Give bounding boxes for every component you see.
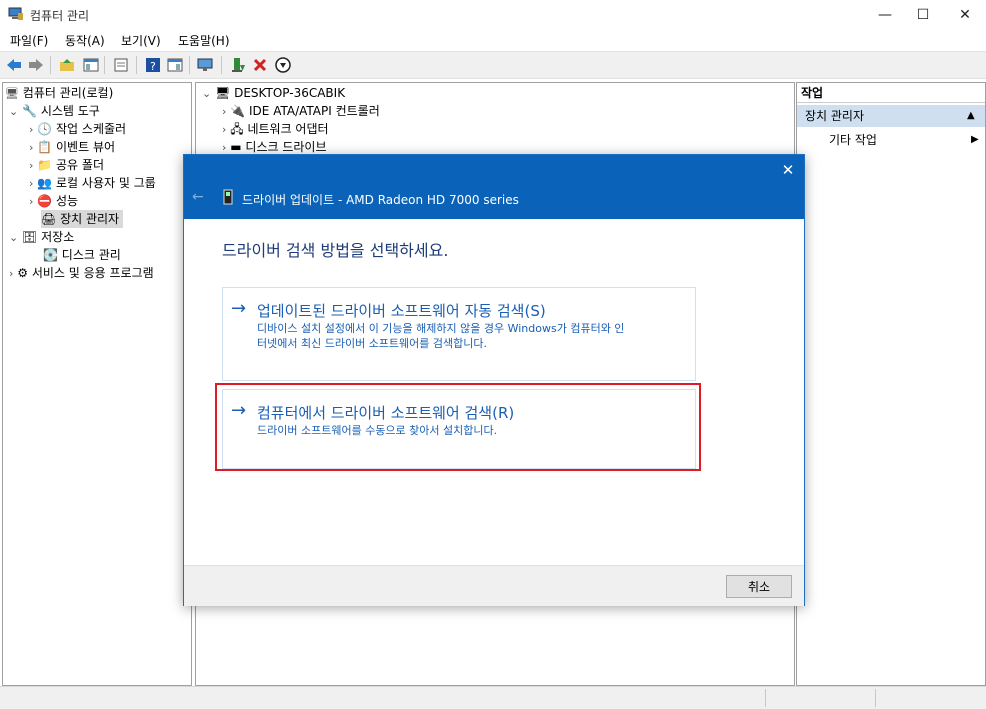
device-computer[interactable]: ⌄ 🖥 DESKTOP-36CABIK [202,84,345,102]
tree-item-system-tools[interactable]: ⌄ 🔧 시스템 도구 [9,102,100,120]
tree-item-local-users[interactable]: › 👥 로컬 사용자 및 그룹 [29,174,156,192]
submenu-arrow-icon: ▶ [971,134,979,145]
disk-icon: 💽 [43,248,58,262]
chevron-right-icon[interactable]: › [29,195,33,208]
chevron-right-icon[interactable]: › [222,105,226,118]
tools-icon: 🔧 [22,104,37,118]
shared-folder-icon: 📁 [37,158,53,172]
dialog-title: 드라이버 업데이트 - AMD Radeon HD 7000 series [242,193,519,207]
status-bar [0,686,986,709]
dialog-footer: 취소 [184,565,804,606]
actions-pane: 작업 장치 관리자 ▲ 기타 작업 ▶ [796,82,986,686]
menu-view[interactable]: 보기(V) [121,32,161,49]
chevron-right-icon[interactable]: › [29,123,33,136]
console-tree: 🖥 컴퓨터 관리(로컬) ⌄ 🔧 시스템 도구 › 🕓 작업 스케줄러 › 📋 … [2,82,192,686]
tree-item-services[interactable]: › ⚙ 서비스 및 응용 프로그램 [9,264,154,282]
window-title: 컴퓨터 관리 [30,9,90,23]
actions-header: 작업 [797,83,985,103]
menu-help[interactable]: 도움말(H) [178,32,230,49]
users-icon: 👥 [37,176,53,190]
maximize-button[interactable]: ☐ [900,0,946,30]
auto-search-option[interactable]: → 업데이트된 드라이버 소프트웨어 자동 검색(S) 디바이스 설치 설정에서… [222,287,696,381]
storage-icon: 🗄 [22,230,38,244]
help-icon[interactable]: ? [144,56,162,74]
show-hide-tree-icon[interactable] [82,56,100,74]
actions-section-device-manager[interactable]: 장치 관리자 ▲ [797,105,985,127]
performance-icon: ⛔ [37,194,53,208]
dialog-heading: 드라이버 검색 방법을 선택하세요. [222,241,449,260]
dialog-close-button[interactable]: ✕ [776,159,800,181]
menu-action[interactable]: 동작(A) [65,32,105,49]
chevron-down-icon[interactable]: ⌄ [9,231,18,244]
dialog-header [184,155,804,219]
auto-search-desc-line2: 터넷에서 최신 드라이버 소프트웨어를 검색합니다. [257,337,488,350]
services-icon: ⚙ [17,266,28,280]
computer-management-icon [8,7,24,21]
back-icon[interactable] [5,56,23,74]
computer-icon: 🖥 [215,86,231,100]
scan-hardware-icon[interactable] [197,56,215,74]
tree-item-disk-management[interactable]: 💽 디스크 관리 [43,246,121,264]
chevron-right-icon[interactable]: › [29,159,33,172]
properties-icon[interactable] [112,56,130,74]
menu-file[interactable]: 파일(F) [10,32,48,49]
arrow-right-icon: → [231,298,247,319]
highlight-box [215,383,701,471]
computer-icon: 🖥 [5,87,19,100]
up-folder-icon[interactable] [58,56,76,74]
disk-drive-icon: ▬ [230,140,242,154]
chevron-down-icon[interactable]: ⌄ [202,87,211,100]
device-ide-controller[interactable]: › 🔌 IDE ATA/ATAPI 컨트롤러 [222,102,380,120]
toolbar: ? [0,51,986,79]
device-manager-icon: 🖨 [41,212,57,226]
device-network-adapter[interactable]: › 🖧 네트워크 어댑터 [222,120,329,138]
tree-item-shared-folders[interactable]: › 📁 공유 폴더 [29,156,104,174]
back-arrow-icon[interactable]: ← [192,189,204,205]
menu-bar: 파일(F) 동작(A) 보기(V) 도움말(H) [0,30,986,50]
driver-update-dialog: ✕ ← 드라이버 업데이트 - AMD Radeon HD 7000 serie… [183,154,805,606]
forward-icon[interactable] [27,56,45,74]
chevron-right-icon[interactable]: › [29,177,33,190]
tree-item-storage[interactable]: ⌄ 🗄 저장소 [9,228,74,246]
event-viewer-icon: 📋 [37,140,53,154]
chevron-down-icon[interactable]: ⌄ [9,105,18,118]
chevron-right-icon[interactable]: › [222,141,226,154]
chevron-right-icon[interactable]: › [9,267,13,280]
tree-item-event-viewer[interactable]: › 📋 이벤트 뷰어 [29,138,115,156]
tree-item-root[interactable]: 🖥 컴퓨터 관리(로컬) [5,84,113,102]
display-adapter-icon [222,189,234,205]
tree-item-device-manager[interactable]: 🖨 장치 관리자 [41,210,124,228]
more-actions[interactable]: 기타 작업 ▶ [829,131,983,149]
title-bar: 컴퓨터 관리 — ☐ ✕ [0,0,986,30]
tree-item-task-scheduler[interactable]: › 🕓 작업 스케줄러 [29,120,126,138]
collapse-icon[interactable]: ▲ [967,105,975,127]
auto-search-title: 업데이트된 드라이버 소프트웨어 자동 검색(S) [257,302,546,320]
chevron-right-icon[interactable]: › [222,123,226,136]
action-pane-icon[interactable] [166,56,184,74]
network-adapter-icon: 🖧 [230,122,244,136]
cancel-button[interactable]: 취소 [726,575,792,598]
disable-device-icon[interactable] [274,56,292,74]
chevron-right-icon[interactable]: › [29,141,33,154]
update-driver-icon[interactable] [229,56,247,74]
clock-icon: 🕓 [37,122,53,136]
ide-controller-icon: 🔌 [230,104,246,118]
auto-search-desc-line1: 디바이스 설치 설정에서 이 기능을 해제하지 않을 경우 Windows가 컴… [257,322,625,335]
close-button[interactable]: ✕ [942,0,986,30]
uninstall-device-icon[interactable] [251,56,269,74]
svg-text:?: ? [150,60,156,73]
tree-item-performance[interactable]: › ⛔ 성능 [29,192,78,210]
